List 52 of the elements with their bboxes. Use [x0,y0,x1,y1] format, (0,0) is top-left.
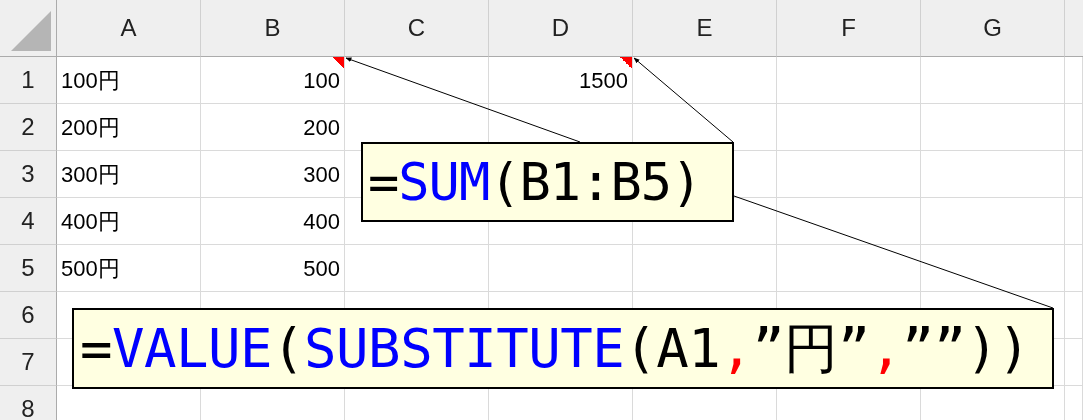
table-cell[interactable] [777,57,921,104]
table-cell[interactable] [921,57,1065,104]
row-header[interactable]: 4 [0,198,57,245]
table-cell[interactable]: 500円 [57,245,201,292]
table-cell[interactable]: 400 [201,198,345,245]
select-all-icon[interactable] [11,11,51,51]
row-header[interactable]: 8 [0,386,57,420]
table-cell[interactable]: 100円 [57,57,201,104]
table-cell[interactable] [777,198,921,245]
table-cell[interactable] [777,104,921,151]
table-cell[interactable] [633,57,777,104]
column-header[interactable]: G [921,0,1065,57]
table-cell[interactable] [345,245,489,292]
table-cell[interactable] [777,245,921,292]
column-header[interactable]: C [345,0,489,57]
column-header[interactable]: E [633,0,777,57]
table-cell[interactable]: 300円 [57,151,201,198]
row-header[interactable]: 5 [0,245,57,292]
table-cell[interactable] [1065,104,1083,151]
table-cell[interactable] [777,151,921,198]
table-cell[interactable]: 300 [201,151,345,198]
table-cell[interactable] [633,245,777,292]
table-cell[interactable] [345,57,489,104]
table-cell[interactable]: 400円 [57,198,201,245]
row-header[interactable]: 2 [0,104,57,151]
column-header[interactable] [1065,0,1083,57]
table-cell[interactable] [921,245,1065,292]
table-cell[interactable]: 1500 [489,57,633,104]
table-cell[interactable]: 200 [201,104,345,151]
table-cell[interactable] [921,104,1065,151]
table-cell[interactable]: 100 [201,57,345,104]
table-cell[interactable] [1065,198,1083,245]
column-header[interactable]: D [489,0,633,57]
table-cell[interactable]: 500 [201,245,345,292]
row-header[interactable]: 1 [0,57,57,104]
table-cell[interactable] [489,245,633,292]
table-cell[interactable] [1065,292,1083,339]
table-cell[interactable] [1065,57,1083,104]
row-header[interactable]: 7 [0,339,57,386]
table-cell[interactable] [1065,339,1083,386]
formula-text: =SUM(B1:B5) [368,156,702,208]
table-cell[interactable] [1065,151,1083,198]
table-cell[interactable]: 200円 [57,104,201,151]
table-cell[interactable] [921,198,1065,245]
table-cell[interactable] [1065,245,1083,292]
column-header[interactable]: B [201,0,345,57]
row-header[interactable]: 3 [0,151,57,198]
table-cell[interactable] [921,151,1065,198]
column-header[interactable]: F [777,0,921,57]
row-header[interactable]: 6 [0,292,57,339]
column-header[interactable]: A [57,0,201,57]
formula-text: =VALUE(SUBSTITUTE(A1,”円”,””)) [80,321,1030,376]
